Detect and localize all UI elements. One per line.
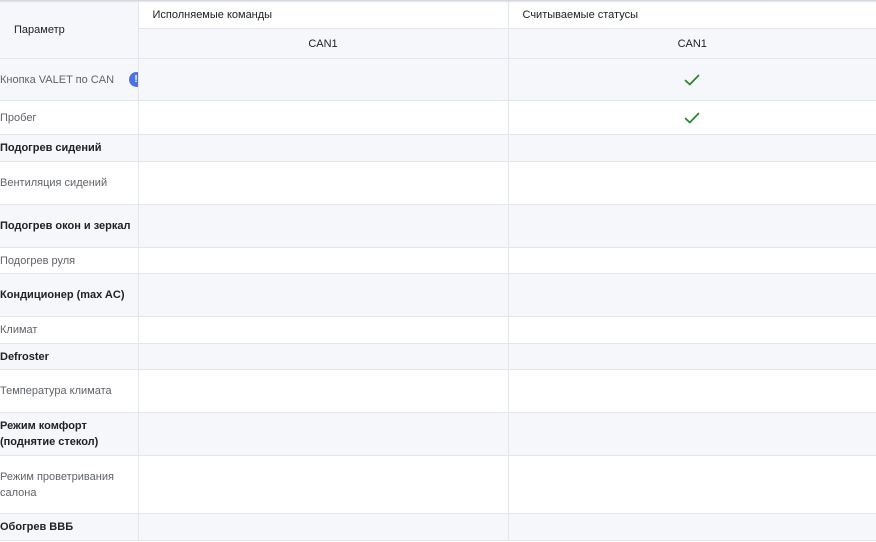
table-row: Кнопка VALET по CAN! [0,58,876,101]
command-can1-cell [137,369,509,413]
status-can1-cell [507,369,876,413]
table-row: Температура климата [0,369,876,413]
status-can1-cell [507,134,876,162]
parameter-label: Режим комфорт (поднятие стекол) [0,420,99,448]
header-statuses: Считываемые статусы [507,0,876,29]
status-can1-cell [507,316,876,344]
parameter-cell: Температура климата [0,369,139,413]
parameter-label: Подогрев руля [0,254,76,267]
info-icon[interactable]: ! [128,72,137,87]
table-row: Обогрев ВВБ [0,513,876,541]
table-row: Режим проветривания салона [0,455,876,514]
command-can1-cell [137,513,509,541]
parameter-label: Обогрев ВВБ [0,521,74,533]
command-can1-cell [137,316,509,344]
command-can1-cell [137,343,509,370]
command-can1-cell [137,412,509,456]
check-icon [684,112,700,124]
parameter-cell: Режим проветривания салона [0,455,139,514]
table-body: Кнопка VALET по CAN! Пробег Подогрев сиден… [0,58,876,541]
top-shadow [0,0,876,3]
header-commands-can1: CAN1 [138,28,509,59]
parameter-cell: Подогрев сидений [0,134,139,162]
table-row: Вентиляция сидений [0,161,876,205]
header-commands: Исполняемые команды [137,0,509,29]
parameter-label: Подогрев сидений [0,142,102,154]
parameter-label: Температура климата [0,385,112,397]
parameter-cell: Режим комфорт (поднятие стекол) [0,412,139,456]
table-row: Пробег [0,100,876,135]
parameter-cell: Defroster [0,343,139,370]
parameter-cell: Обогрев ВВБ [0,513,139,541]
status-can1-cell [507,161,876,205]
capabilities-table: Параметр Исполняемые команды Считываемые… [0,0,876,541]
command-can1-cell [137,134,509,162]
table-row: Кондиционер (max AC) [0,273,876,317]
command-can1-cell [137,58,509,101]
status-can1-cell [507,100,876,135]
command-can1-cell [137,273,509,317]
check-icon [684,74,700,86]
parameter-label: Кнопка VALET по CAN [0,73,115,86]
command-can1-cell [137,161,509,205]
command-can1-cell [137,247,509,274]
parameter-cell: Пробег [0,100,139,135]
header-statuses-can1: CAN1 [507,28,876,59]
command-can1-cell [137,100,509,135]
parameter-label: Defroster [0,350,49,363]
command-can1-cell [137,455,509,514]
parameter-cell: Кондиционер (max AC) [0,273,139,317]
parameter-label: Пробег [0,111,37,124]
status-can1-cell [507,343,876,370]
table-row: Подогрев окон и зеркал [0,204,876,248]
status-can1-cell [507,412,876,456]
parameter-label: Режим проветривания салона [0,470,114,499]
status-can1-cell [507,455,876,514]
parameter-cell: Подогрев руля [0,247,139,274]
table-row: Климат [0,316,876,344]
parameter-label: Подогрев окон и зеркал [0,220,131,232]
parameter-label: Климат [0,324,38,336]
status-can1-cell [507,204,876,248]
parameter-cell: Вентиляция сидений [0,161,139,205]
table-row: Подогрев руля [0,247,876,274]
parameter-cell: Подогрев окон и зеркал [0,204,139,248]
status-can1-cell [507,513,876,541]
header-parameter: Параметр [0,0,139,59]
status-can1-cell [507,58,876,101]
parameter-cell: Кнопка VALET по CAN! [0,58,139,101]
parameter-label: Вентиляция сидений [0,177,108,189]
table-row: Режим комфорт (поднятие стекол) [0,412,876,456]
table-row: Defroster [0,343,876,370]
parameter-cell: Климат [0,316,139,344]
status-can1-cell [507,273,876,317]
table-row: Подогрев сидений [0,134,876,162]
status-can1-cell [507,247,876,274]
parameter-label: Кондиционер (max AC) [0,289,125,301]
command-can1-cell [137,204,509,248]
